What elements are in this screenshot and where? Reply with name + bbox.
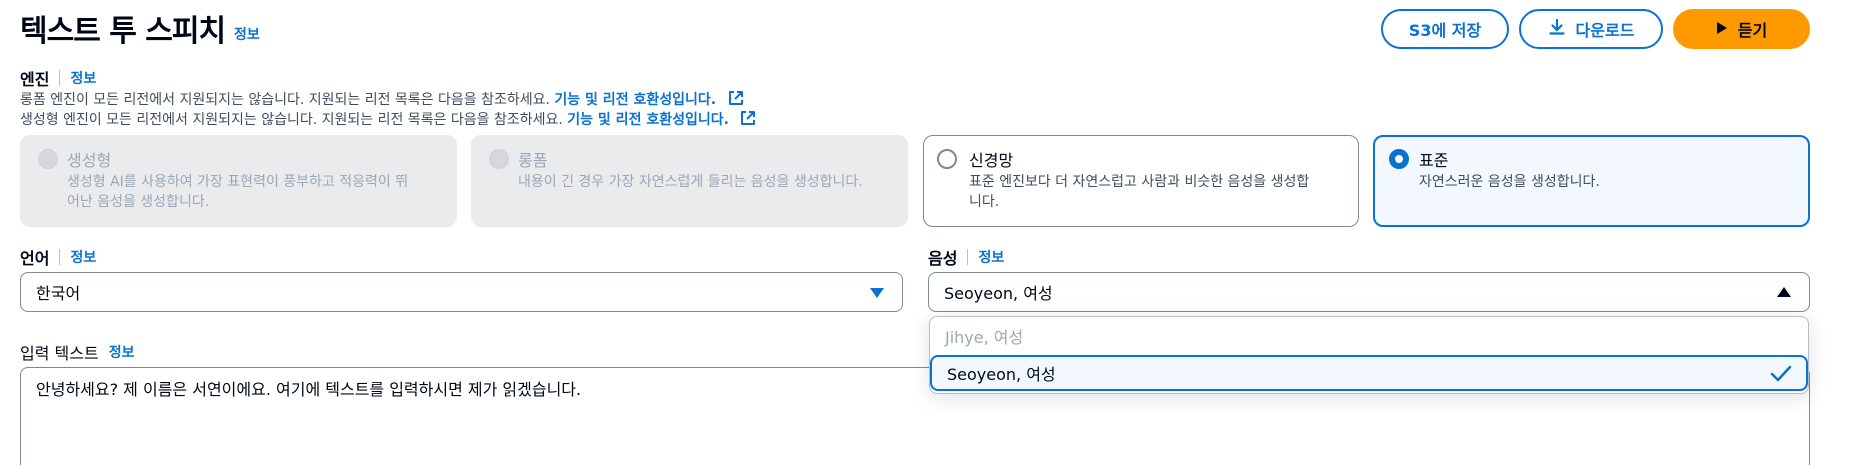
- engine-option-title: 생성형: [67, 151, 112, 170]
- engine-option-title: 신경망: [969, 151, 1014, 170]
- engine-label-row: 엔진 정보: [20, 66, 96, 90]
- caret-down-icon: [870, 288, 884, 298]
- engine-note-text: 생성형 엔진이 모든 리전에서 지원되지는 않습니다. 지원되는 리전 목록은 …: [20, 112, 563, 128]
- input-text-info-link[interactable]: 정보: [109, 342, 135, 362]
- radio-button[interactable]: [937, 149, 957, 169]
- engine-option-neural[interactable]: 신경망 표준 엔진보다 더 자연스럽고 사람과 비슷한 음성을 생성합 니다.: [923, 135, 1359, 227]
- download-button[interactable]: 다운로드: [1519, 9, 1663, 49]
- engine-option-generative: 생성형 생성형 AI를 사용하여 가장 표현력이 풍부하고 적응력이 뛰 어난 …: [20, 135, 457, 227]
- engine-option-desc: 내용이 긴 경우 가장 자연스럽게 들리는 음성을 생성합니다.: [518, 172, 863, 192]
- input-text-label-row: 입력 텍스트 정보: [20, 340, 134, 364]
- language-select[interactable]: 한국어: [20, 272, 903, 312]
- caret-up-icon: [1777, 287, 1791, 297]
- engine-option-desc: 생성형 AI를 사용하여 가장 표현력이 풍부하고 적응력이 뛰 어난 음성을 …: [67, 172, 408, 212]
- desc-line: 생성형 AI를 사용하여 가장 표현력이 풍부하고 적응력이 뛰: [67, 174, 409, 190]
- engine-note-generative: 생성형 엔진이 모든 리전에서 지원되지는 않습니다. 지원되는 리전 목록은 …: [20, 109, 757, 133]
- engine-option-title: 표준: [1419, 151, 1449, 170]
- play-icon: [1716, 20, 1728, 39]
- input-text-label: 입력 텍스트: [20, 344, 99, 363]
- voice-option-selected[interactable]: Seoyeon, 여성: [930, 355, 1808, 391]
- download-label: 다운로드: [1575, 21, 1635, 40]
- voice-select[interactable]: Seoyeon, 여성: [928, 272, 1810, 312]
- voice-dropdown-menu: Jihye, 여성 Seoyeon, 여성: [929, 316, 1809, 394]
- engine-option-title: 롱폼: [518, 151, 548, 170]
- language-label: 언어: [20, 249, 50, 268]
- engine-note-text: 롱폼 엔진이 모든 리전에서 지원되지는 않습니다. 지원되는 리전 목록은 다…: [20, 92, 550, 108]
- divider: [59, 249, 61, 265]
- radio-button-checked[interactable]: [1389, 149, 1409, 169]
- listen-button[interactable]: 듣기: [1673, 9, 1810, 49]
- engine-option-desc: 표준 엔진보다 더 자연스럽고 사람과 비슷한 음성을 생성합 니다.: [969, 172, 1309, 212]
- page-title: 텍스트 투 스피치: [20, 14, 226, 49]
- voice-label-row: 음성 정보: [928, 245, 1004, 269]
- desc-line: 자연스러운 음성을 생성합니다.: [1419, 174, 1600, 190]
- download-icon: [1548, 18, 1566, 40]
- voice-label: 음성: [928, 249, 958, 268]
- desc-line: 표준 엔진보다 더 자연스럽고 사람과 비슷한 음성을 생성합: [969, 174, 1310, 190]
- voice-option[interactable]: Jihye, 여성: [930, 317, 1808, 355]
- divider: [967, 249, 969, 265]
- external-link-icon[interactable]: [739, 109, 757, 133]
- radio-button: [489, 149, 509, 169]
- engine-label: 엔진: [20, 70, 50, 89]
- title-info-link[interactable]: 정보: [234, 24, 260, 44]
- voice-option-label: Seoyeon, 여성: [947, 365, 1056, 384]
- engine-option-desc: 자연스러운 음성을 생성합니다.: [1419, 172, 1600, 192]
- input-text-value: 안녕하세요? 제 이름은 서연이에요. 여기에 텍스트를 입력하시면 제가 읽겠…: [36, 380, 582, 399]
- divider: [59, 70, 61, 86]
- engine-info-link[interactable]: 정보: [70, 68, 96, 88]
- listen-label: 듣기: [1737, 21, 1768, 40]
- desc-line: 내용이 긴 경우 가장 자연스럽게 들리는 음성을 생성합니다.: [518, 174, 863, 190]
- voice-value: Seoyeon, 여성: [944, 284, 1053, 303]
- save-s3-button[interactable]: S3에 저장: [1381, 9, 1509, 49]
- radio-button: [38, 149, 58, 169]
- engine-option-standard[interactable]: 표준 자연스러운 음성을 생성합니다.: [1373, 135, 1810, 227]
- checkmark-icon: [1770, 364, 1792, 388]
- language-info-link[interactable]: 정보: [70, 247, 96, 267]
- language-label-row: 언어 정보: [20, 245, 96, 269]
- language-value: 한국어: [36, 284, 81, 303]
- voice-info-link[interactable]: 정보: [978, 247, 1004, 267]
- region-compat-link[interactable]: 기능 및 리전 호환성입니다.: [567, 112, 729, 128]
- save-s3-label: S3에 저장: [1408, 21, 1482, 40]
- voice-option-label: Jihye, 여성: [945, 328, 1024, 347]
- region-compat-link[interactable]: 기능 및 리전 호환성입니다.: [554, 92, 716, 108]
- desc-line: 어난 음성을 생성합니다.: [67, 194, 210, 210]
- engine-option-longform: 롱폼 내용이 긴 경우 가장 자연스럽게 들리는 음성을 생성합니다.: [471, 135, 908, 227]
- desc-line: 니다.: [969, 194, 1000, 210]
